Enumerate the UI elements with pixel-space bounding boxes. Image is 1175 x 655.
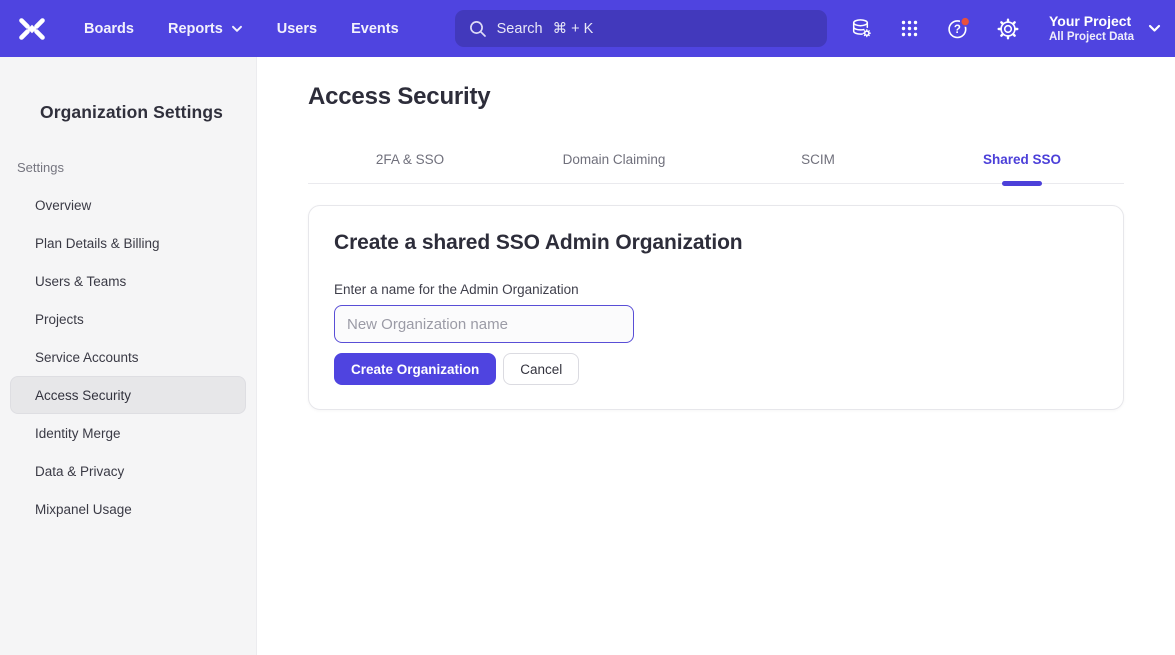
project-text: Your Project All Project Data (1049, 13, 1134, 45)
sidebar-item-data-privacy[interactable]: Data & Privacy (10, 452, 246, 490)
nav-users-label: Users (277, 21, 317, 37)
org-name-input[interactable] (334, 305, 634, 343)
sidebar-item-label: Service Accounts (35, 350, 139, 365)
search-placeholder: Search (497, 21, 543, 37)
sidebar-item-overview[interactable]: Overview (10, 186, 246, 224)
sidebar-section-label: Settings (17, 160, 256, 175)
nav-boards-label: Boards (84, 21, 134, 37)
data-management-button[interactable] (850, 17, 873, 40)
tab-scim[interactable]: SCIM (716, 144, 920, 183)
sidebar-item-label: Users & Teams (35, 274, 126, 289)
sidebar-item-label: Plan Details & Billing (35, 236, 160, 251)
card-title: Create a shared SSO Admin Organization (334, 231, 1098, 255)
tab-2fa-sso[interactable]: 2FA & SSO (308, 144, 512, 183)
sidebar-item-label: Projects (35, 312, 84, 327)
top-nav-actions: ? Your Project All Project Data (850, 13, 1161, 45)
sidebar-item-plan-details-billing[interactable]: Plan Details & Billing (10, 224, 246, 262)
sidebar-item-identity-merge[interactable]: Identity Merge (10, 414, 246, 452)
tab-shared-sso[interactable]: Shared SSO (920, 144, 1124, 183)
tab-label: SCIM (801, 152, 835, 167)
data-management-icon (850, 17, 873, 40)
project-switcher[interactable]: Your Project All Project Data (1049, 13, 1161, 45)
org-settings-sidebar: Organization Settings Settings Overview … (0, 57, 257, 655)
app-root: Boards Reports Users Events Search ⌘ + K (0, 0, 1175, 655)
sidebar-item-projects[interactable]: Projects (10, 300, 246, 338)
nav-reports-label: Reports (168, 21, 223, 37)
sidebar-item-label: Access Security (35, 388, 131, 403)
sidebar-item-access-security[interactable]: Access Security (10, 376, 246, 414)
chevron-down-icon (1148, 24, 1161, 33)
tab-label: 2FA & SSO (376, 152, 444, 167)
apps-grid-icon (899, 18, 920, 39)
create-shared-sso-card: Create a shared SSO Admin Organization E… (308, 205, 1124, 410)
chevron-down-icon (231, 25, 243, 33)
nav-events-label: Events (351, 21, 399, 37)
svg-text:?: ? (954, 24, 961, 36)
active-tab-underline (1002, 181, 1042, 186)
project-name: Your Project (1049, 13, 1134, 31)
search-input[interactable]: Search ⌘ + K (455, 10, 827, 47)
settings-gear-button[interactable] (997, 18, 1019, 40)
org-name-field-label: Enter a name for the Admin Organization (334, 282, 1098, 297)
mixpanel-logo-icon (17, 16, 47, 42)
search-icon (469, 20, 487, 38)
tab-bar: 2FA & SSO Domain Claiming SCIM Shared SS… (308, 144, 1124, 184)
sidebar-item-users-teams[interactable]: Users & Teams (10, 262, 246, 300)
create-organization-button[interactable]: Create Organization (334, 353, 496, 385)
nav-users[interactable]: Users (277, 21, 317, 37)
settings-gear-icon (997, 18, 1019, 40)
apps-grid-button[interactable] (899, 18, 920, 39)
sidebar-item-service-accounts[interactable]: Service Accounts (10, 338, 246, 376)
primary-nav: Boards Reports Users Events (84, 21, 399, 37)
nav-reports[interactable]: Reports (168, 21, 243, 37)
nav-events[interactable]: Events (351, 21, 399, 37)
page-title: Access Security (308, 83, 1124, 111)
sidebar-item-label: Mixpanel Usage (35, 502, 132, 517)
cancel-button[interactable]: Cancel (503, 353, 579, 385)
tab-label: Shared SSO (983, 152, 1061, 167)
notification-badge (961, 17, 970, 26)
help-button[interactable]: ? (946, 16, 971, 41)
search-shortcut: ⌘ + K (553, 21, 594, 37)
help-icon: ? (946, 16, 971, 41)
sidebar-item-label: Data & Privacy (35, 464, 124, 479)
tab-domain-claiming[interactable]: Domain Claiming (512, 144, 716, 183)
nav-boards[interactable]: Boards (84, 21, 134, 37)
main-content: Access Security 2FA & SSO Domain Claimin… (257, 57, 1175, 655)
tab-label: Domain Claiming (563, 152, 666, 167)
top-nav: Boards Reports Users Events Search ⌘ + K (0, 0, 1175, 57)
sidebar-title: Organization Settings (40, 102, 256, 123)
sidebar-item-label: Overview (35, 198, 91, 213)
sidebar-item-label: Identity Merge (35, 426, 121, 441)
body-row: Organization Settings Settings Overview … (0, 57, 1175, 655)
mixpanel-logo[interactable] (16, 15, 48, 43)
card-actions: Create Organization Cancel (334, 353, 1098, 385)
sidebar-item-mixpanel-usage[interactable]: Mixpanel Usage (10, 490, 246, 528)
project-scope: All Project Data (1049, 30, 1134, 44)
